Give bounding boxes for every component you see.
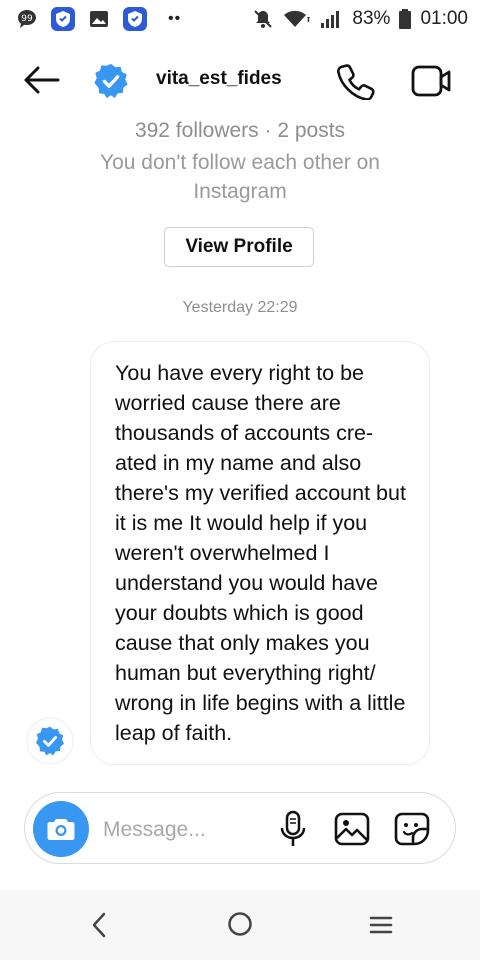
microphone-icon: [280, 810, 306, 846]
wifi-icon: [282, 8, 312, 30]
video-call-button[interactable]: [410, 62, 454, 100]
followers-count: 392 followers · 2 posts: [134, 119, 346, 142]
thread-header: vita_est_fides: [0, 52, 480, 108]
message-composer: [24, 792, 456, 864]
back-chevron-icon: [92, 912, 106, 938]
nav-recents-button[interactable]: [366, 910, 396, 940]
video-camera-icon: [411, 65, 451, 97]
sender-avatar[interactable]: [26, 717, 74, 765]
battery-icon: [398, 8, 412, 30]
message-input[interactable]: [101, 811, 275, 849]
status-time: 01:00: [420, 8, 468, 29]
status-bar: 99 •• 83% 01:00: [0, 0, 480, 38]
view-profile-button[interactable]: View Profile: [164, 227, 314, 267]
header-username[interactable]: vita_est_fides: [156, 68, 282, 90]
phone-icon: [337, 64, 375, 101]
signal-icon: [320, 8, 344, 30]
message-bubble[interactable]: You have every right to be worried cause…: [90, 341, 430, 765]
sticker-button[interactable]: [393, 811, 431, 847]
home-circle-icon: [228, 912, 252, 936]
svg-text:99: 99: [21, 14, 33, 24]
nav-home-button[interactable]: [226, 910, 254, 938]
verified-badge-icon: [26, 717, 74, 765]
more-notifications-icon: ••: [168, 10, 182, 27]
system-nav-bar: [0, 890, 480, 960]
mute-icon: [252, 8, 274, 30]
shield-app-icon: [122, 6, 148, 32]
recents-icon: [369, 916, 393, 934]
profile-summary: 392 followers · 2 posts You don't follow…: [0, 116, 480, 206]
gallery-icon: [334, 812, 370, 846]
voice-call-button[interactable]: [336, 62, 376, 101]
message-timestamp: Yesterday 22:29: [182, 299, 298, 316]
camera-button[interactable]: [33, 801, 89, 857]
voice-message-button[interactable]: [277, 809, 309, 849]
chat-bubble-icon: 99: [16, 8, 38, 30]
sticker-icon: [394, 812, 430, 846]
dm-thread-screen: 99 •• 83% 01:00 vita_est_fides 392 follo…: [0, 0, 480, 960]
arrow-left-icon: [24, 66, 60, 94]
camera-icon: [47, 819, 75, 840]
verified-badge-icon: [94, 63, 128, 99]
gallery-button[interactable]: [333, 811, 371, 847]
shield-app-icon: [50, 6, 76, 32]
header-avatar[interactable]: [92, 62, 130, 100]
nav-back-button[interactable]: [86, 908, 114, 942]
image-icon: [88, 8, 110, 30]
back-button[interactable]: [22, 64, 62, 96]
mutual-follow-status: You don't follow each other on Instagram: [100, 151, 380, 203]
battery-percent: 83%: [352, 8, 391, 29]
